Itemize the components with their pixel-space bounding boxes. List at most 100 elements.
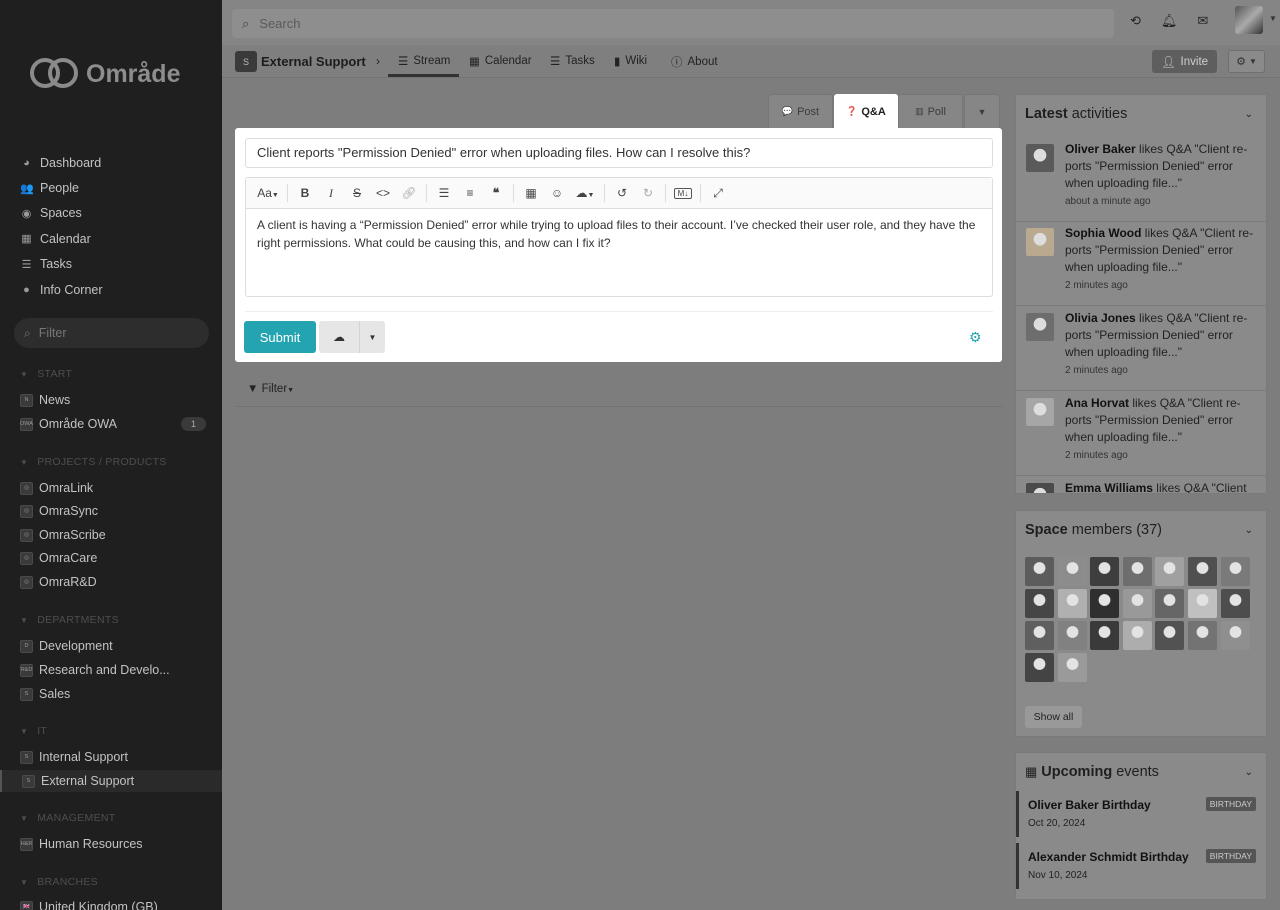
sidebar-nav-tasks[interactable]: ☰ Tasks: [20, 252, 103, 277]
tab-tasks[interactable]: ☰ Tasks: [550, 54, 595, 68]
panel-header[interactable]: Latest activities ⌄: [1016, 95, 1266, 133]
space-item-research-and-develo[interactable]: R&D Research and Develo...: [20, 659, 210, 681]
member-avatar[interactable]: [1155, 621, 1185, 650]
activity-item[interactable]: Emma Williams likes Q&A "Client: [1026, 480, 1262, 493]
avatar[interactable]: [1026, 228, 1054, 256]
tab-about[interactable]: ⓘ About: [671, 54, 718, 70]
member-avatar[interactable]: [1057, 557, 1087, 586]
upload-cloud-icon[interactable]: ☁▼: [570, 186, 600, 200]
section-heading-projects-products[interactable]: ▼ PROJECTS / PRODUCTS: [20, 456, 167, 468]
composer-tab-post[interactable]: 💬 Post: [768, 94, 833, 128]
chevron-down-icon[interactable]: ⌄: [1245, 109, 1253, 120]
activity-user-name[interactable]: Oliver Baker: [1065, 142, 1136, 156]
member-avatar[interactable]: [1090, 589, 1120, 618]
avatar[interactable]: [1026, 313, 1054, 341]
section-heading-it[interactable]: ▼ IT: [20, 725, 47, 737]
avatar[interactable]: [1026, 483, 1054, 493]
show-all-button[interactable]: Show all: [1025, 706, 1082, 728]
member-avatar[interactable]: [1025, 653, 1054, 682]
chevron-down-icon[interactable]: ⌄: [1245, 525, 1253, 536]
space-item-news[interactable]: N News: [20, 389, 210, 411]
member-avatar[interactable]: [1090, 557, 1120, 586]
panel-header[interactable]: ▦ Upcoming events ⌄: [1016, 753, 1266, 791]
question-body-text[interactable]: A client is having a “Permission Denied”…: [246, 209, 992, 259]
messages-envelope-icon[interactable]: ✉: [1197, 13, 1208, 29]
avatar[interactable]: [1026, 144, 1054, 172]
tab-wiki[interactable]: ▮ Wiki: [614, 54, 647, 68]
member-avatar[interactable]: [1057, 589, 1087, 618]
space-item-internal-support[interactable]: S Internal Support: [20, 746, 210, 768]
activity-user-name[interactable]: Emma Williams: [1065, 481, 1153, 493]
member-avatar[interactable]: [1220, 557, 1250, 586]
cogs-icon[interactable]: ⚙: [969, 329, 982, 346]
member-avatar[interactable]: [1155, 557, 1185, 586]
quote-icon[interactable]: ❝: [483, 186, 509, 200]
panel-header[interactable]: Space members (37) ⌄: [1016, 511, 1266, 549]
member-avatar[interactable]: [1187, 557, 1217, 586]
section-heading-departments[interactable]: ▼ DEPARTMENTS: [20, 614, 119, 626]
sidebar-nav-spaces[interactable]: ◉ Spaces: [20, 201, 103, 226]
sidebar-nav-info-corner[interactable]: ● Info Corner: [20, 277, 102, 302]
activity-item[interactable]: Olivia Jones likes Q&A "Client re-ports …: [1026, 310, 1262, 394]
space-item-development[interactable]: D Development: [20, 635, 210, 657]
chevron-down-icon[interactable]: ▼: [1269, 14, 1277, 23]
sidebar-filter-input[interactable]: ⌕ Filter: [14, 318, 209, 348]
section-heading-branches[interactable]: ▼ BRANCHES: [20, 876, 98, 888]
member-avatar[interactable]: [1122, 557, 1152, 586]
sidebar-nav-dashboard[interactable]: ◕ Dashboard: [20, 150, 103, 175]
bullet-list-icon[interactable]: ☰: [431, 186, 457, 200]
tab-stream[interactable]: ☰ Stream: [398, 54, 450, 68]
markdown-icon[interactable]: M↓: [674, 187, 692, 199]
search-input[interactable]: ⌕ Search: [232, 9, 1114, 38]
strikethrough-icon[interactable]: S: [344, 186, 370, 200]
caret-down-icon[interactable]: ▼: [359, 321, 385, 353]
emoji-icon[interactable]: ☺: [544, 186, 570, 200]
composer-tab-more[interactable]: ▼: [964, 94, 1000, 128]
bold-icon[interactable]: B: [292, 186, 318, 200]
sidebar-nav-calendar[interactable]: ▦ Calendar: [20, 226, 103, 251]
event-title[interactable]: Oliver Baker Birthday: [1028, 798, 1151, 812]
space-item-omralink[interactable]: ◎ OmraLink: [20, 477, 210, 499]
space-title[interactable]: External Support: [261, 54, 366, 69]
sidebar-nav-people[interactable]: 👥 People: [20, 175, 103, 200]
space-item-sales[interactable]: S Sales: [20, 683, 210, 705]
submit-button[interactable]: Submit: [244, 321, 316, 353]
logo[interactable]: Område: [30, 58, 180, 90]
member-avatar[interactable]: [1220, 621, 1250, 650]
code-icon[interactable]: <>: [370, 186, 396, 200]
question-title-input[interactable]: Client reports "Permission Denied" error…: [245, 138, 993, 168]
composer-tab-poll[interactable]: ▥ Poll: [898, 94, 963, 128]
stream-filter-button[interactable]: ▼ Filter▼: [247, 383, 294, 395]
member-avatar[interactable]: [1057, 621, 1087, 650]
space-item-human-resources[interactable]: H&R Human Resources: [20, 833, 210, 855]
member-avatar[interactable]: [1025, 589, 1054, 618]
chevron-down-icon[interactable]: ⌄: [1245, 767, 1253, 778]
composer-tab-q-a[interactable]: ❓ Q&A: [834, 94, 898, 128]
member-avatar[interactable]: [1187, 621, 1217, 650]
question-body-editor[interactable]: Aa▼ B I S <> 🔗︎ ☰ ≡ ❝ ▦ ☺ ☁▼ ↺ ↻ M↓ ⤢ A …: [245, 177, 993, 297]
upload-button[interactable]: ☁ ▼: [319, 321, 385, 353]
member-avatar[interactable]: [1155, 589, 1185, 618]
member-avatar[interactable]: [1090, 621, 1120, 650]
member-avatar[interactable]: [1187, 589, 1217, 618]
section-heading-start[interactable]: ▼ START: [20, 368, 72, 380]
member-avatar[interactable]: [1220, 589, 1250, 618]
fullscreen-icon[interactable]: ⤢: [705, 186, 731, 201]
link-icon[interactable]: 🔗︎: [396, 186, 422, 200]
space-item-omrar-d[interactable]: ◎ OmraR&D: [20, 571, 210, 593]
event-item[interactable]: Oliver Baker Birthday Oct 20, 2024 BIRTHDA…: [1016, 791, 1266, 837]
invite-button[interactable]: 👤︎ Invite: [1152, 50, 1217, 73]
member-avatar[interactable]: [1025, 557, 1054, 586]
undo-icon[interactable]: ↺: [609, 186, 635, 200]
space-item-omr-de-owa[interactable]: OWA Område OWA 1: [20, 413, 210, 435]
section-heading-management[interactable]: ▼ MANAGEMENT: [20, 812, 115, 824]
member-avatar[interactable]: [1122, 589, 1152, 618]
notifications-bell-icon[interactable]: 🔔︎: [1161, 13, 1178, 29]
space-item-united-kingdom-gb[interactable]: 🇬🇧 United Kingdom (GB): [20, 896, 210, 910]
tab-calendar[interactable]: ▦ Calendar: [469, 54, 532, 68]
activity-user-name[interactable]: Olivia Jones: [1065, 311, 1136, 325]
event-title[interactable]: Alexander Schmidt Birthday: [1028, 850, 1189, 864]
member-avatar[interactable]: [1025, 621, 1054, 650]
redo-icon[interactable]: ↻: [635, 186, 661, 200]
activity-item[interactable]: Oliver Baker likes Q&A "Client re-ports …: [1026, 141, 1262, 225]
